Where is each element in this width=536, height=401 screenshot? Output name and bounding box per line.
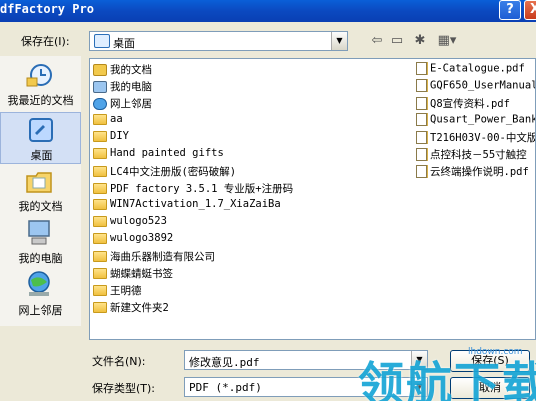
list-item[interactable]: 蝴蝶蜻蜓书签 <box>93 266 173 283</box>
filename-label: 文件名(N): <box>92 355 146 368</box>
back-icon[interactable]: ⇦ <box>368 32 386 50</box>
list-item[interactable]: Q8宣传资料.pdf <box>416 96 510 113</box>
folder-icon <box>93 183 107 194</box>
filetype-label: 保存类型(T): <box>92 382 156 395</box>
window-title: dfFactory Pro <box>0 2 94 16</box>
list-item[interactable]: Hand painted gifts <box>93 147 224 164</box>
folder-icon <box>93 113 107 125</box>
pdf-file-icon <box>416 131 427 144</box>
list-item[interactable]: Qusart_Power_Bank_ <box>416 113 535 130</box>
folder-icon <box>93 215 107 227</box>
folder-icon <box>93 166 107 177</box>
savein-value: 桌面 <box>113 37 135 50</box>
list-item[interactable]: GQF650_UserManual_ <box>416 79 535 96</box>
title-bar: dfFactory Pro ? X <box>0 0 536 22</box>
filename-value: 修改意见.pdf <box>189 356 260 369</box>
place-recent[interactable]: 我最近的文档 <box>0 58 81 110</box>
watermark-logo: 领航下载 <box>358 357 536 401</box>
list-item[interactable]: wulogo523 <box>93 215 167 232</box>
folder-icon <box>93 251 107 262</box>
list-item[interactable]: wulogo3892 <box>93 232 173 249</box>
list-item[interactable]: 我的电脑 <box>93 79 152 96</box>
up-folder-icon[interactable]: ▭ <box>388 32 406 50</box>
documents-icon <box>26 172 52 193</box>
recent-icon <box>26 64 52 87</box>
pdf-file-icon <box>416 165 427 178</box>
chevron-down-icon[interactable]: ▼ <box>331 32 347 50</box>
place-network[interactable]: 网上邻居 <box>0 268 81 320</box>
close-button[interactable]: X <box>524 0 536 20</box>
place-documents[interactable]: 我的文档 <box>0 164 81 216</box>
folder-icon <box>93 285 107 296</box>
place-label: 我最近的文档 <box>7 94 74 107</box>
pdf-file-icon <box>416 62 427 75</box>
place-label: 网上邻居 <box>18 304 63 317</box>
places-bar: 我最近的文档 桌面 我的文档 我的电脑 网上邻居 <box>0 56 81 326</box>
folder-icon <box>93 198 107 210</box>
help-button[interactable]: ? <box>499 0 521 20</box>
desktop-icon <box>29 118 53 142</box>
place-label: 我的电脑 <box>18 252 63 265</box>
folder-icon <box>93 147 107 159</box>
file-list[interactable]: 我的文档 我的电脑 网上邻居 aa DIY Hand painted gifts… <box>89 58 536 340</box>
pdf-file-icon <box>416 148 427 161</box>
place-computer[interactable]: 我的电脑 <box>0 216 81 268</box>
desktop-icon <box>94 34 110 48</box>
list-item[interactable]: E-Catalogue.pdf <box>416 62 525 79</box>
list-item[interactable]: PDF factory 3.5.1 专业版+注册码 <box>93 181 293 198</box>
list-item[interactable]: 网上邻居 <box>93 96 152 113</box>
pdf-file-icon <box>416 79 427 92</box>
pdf-file-icon <box>416 113 427 126</box>
documents-icon <box>93 63 107 76</box>
network-icon <box>93 97 107 110</box>
list-item[interactable]: aa <box>93 113 123 130</box>
folder-icon <box>93 302 107 313</box>
list-item[interactable]: 点控科技－55寸触控 <box>416 147 527 164</box>
list-item[interactable]: DIY <box>93 130 129 147</box>
folder-icon <box>93 130 107 142</box>
list-item[interactable]: 云终端操作说明.pdf <box>416 164 529 181</box>
list-item[interactable]: 新建文件夹2 <box>93 300 169 317</box>
list-item[interactable]: 我的文档 <box>93 62 152 79</box>
folder-icon <box>93 268 107 279</box>
list-item[interactable]: 海曲乐器制造有限公司 <box>93 249 215 266</box>
list-item[interactable]: 王明德 <box>93 283 142 300</box>
new-folder-icon[interactable]: ✱ <box>411 32 429 50</box>
savein-dropdown[interactable]: 桌面 ▼ <box>89 31 348 51</box>
computer-icon <box>93 80 107 93</box>
list-item[interactable]: LC4中文注册版(密码破解) <box>93 164 236 181</box>
list-item[interactable]: WIN7Activation_1.7_XiaZaiBa <box>93 198 281 215</box>
view-menu-icon[interactable]: ▦▾ <box>434 32 460 50</box>
network-icon <box>28 271 50 296</box>
filetype-value: PDF (*.pdf) <box>189 381 262 394</box>
savein-label: 保存在(I): <box>21 35 70 48</box>
pdf-file-icon <box>416 97 427 110</box>
place-label: 我的文档 <box>18 200 63 213</box>
list-item[interactable]: T216H03V-00-中文版 <box>416 130 535 147</box>
place-label: 桌面 <box>30 149 53 162</box>
computer-icon <box>28 220 50 245</box>
folder-icon <box>93 232 107 244</box>
place-desktop[interactable]: 桌面 <box>0 112 81 164</box>
